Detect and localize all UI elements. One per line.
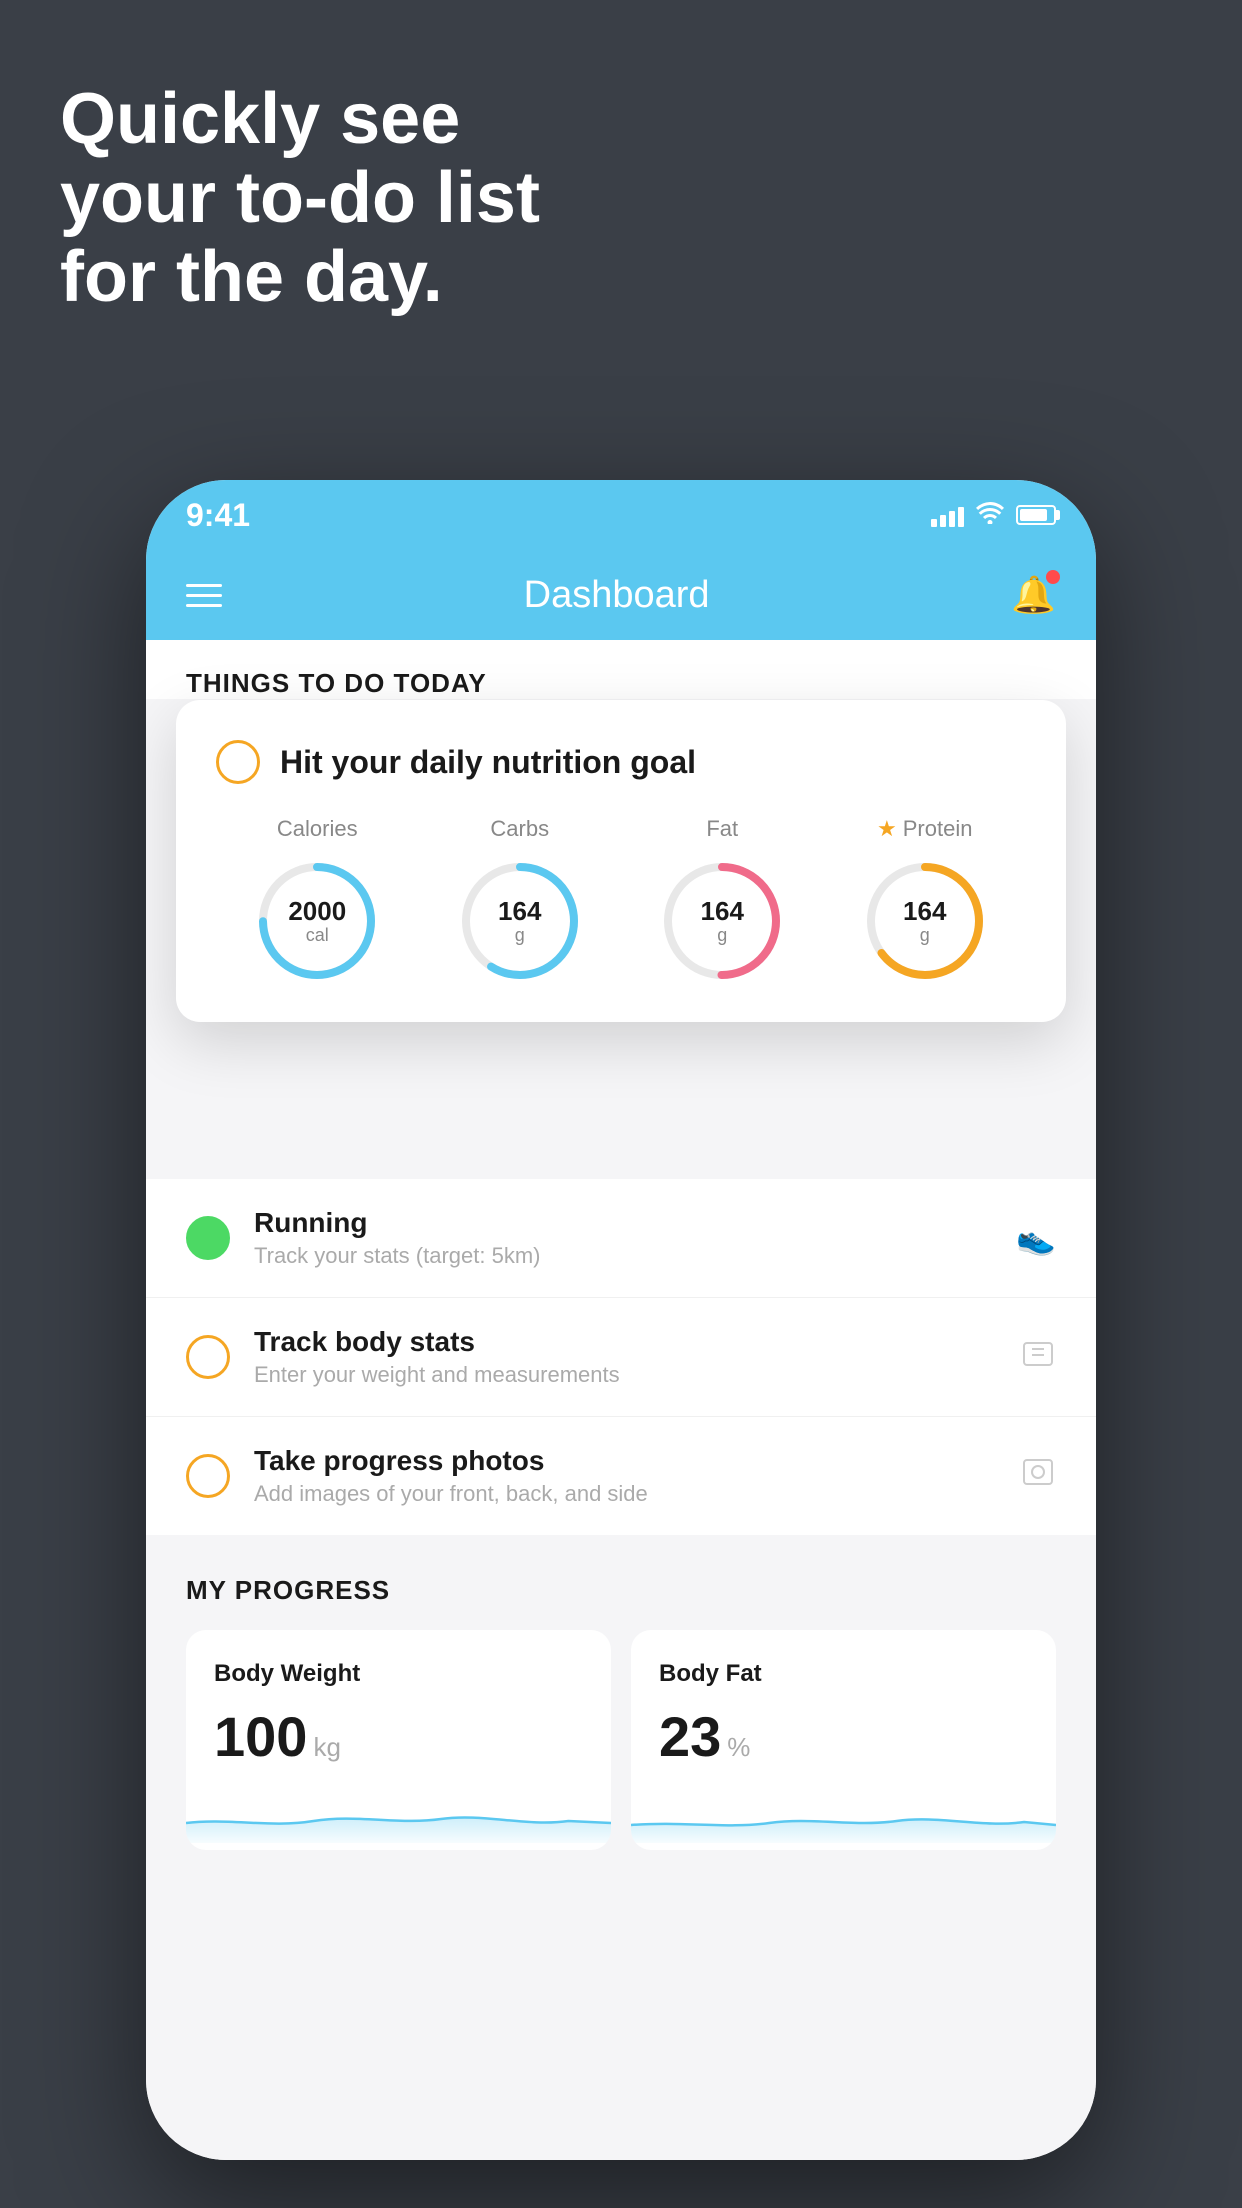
things-title: THINGS TO DO TODAY xyxy=(186,668,1056,699)
protein-label: ★ Protein xyxy=(877,816,972,842)
body-weight-unit: kg xyxy=(313,1732,340,1763)
app-content: THINGS TO DO TODAY Hit your daily nutrit… xyxy=(146,640,1096,2160)
notification-button[interactable]: 🔔 xyxy=(1011,574,1056,616)
fat-circle: 164 g xyxy=(657,856,787,986)
body-fat-value: 23 xyxy=(659,1704,721,1769)
todo-sub-body-stats: Enter your weight and measurements xyxy=(254,1362,1020,1388)
todo-circle-photos xyxy=(186,1454,230,1498)
carbs-circle: 164 g xyxy=(455,856,585,986)
body-weight-value-row: 100 kg xyxy=(214,1704,583,1769)
progress-cards: Body Weight 100 kg xyxy=(186,1630,1056,1850)
todo-sub-running: Track your stats (target: 5km) xyxy=(254,1243,1016,1269)
nutrition-calories: Calories 2000 cal xyxy=(252,816,382,986)
progress-title: MY PROGRESS xyxy=(186,1575,1056,1606)
running-icon: 👟 xyxy=(1016,1219,1056,1257)
card-title-row: Hit your daily nutrition goal xyxy=(216,740,1026,784)
body-weight-card: Body Weight 100 kg xyxy=(186,1630,611,1850)
body-fat-card: Body Fat 23 % xyxy=(631,1630,1056,1850)
nutrition-card: Hit your daily nutrition goal Calories xyxy=(176,700,1066,1022)
protein-circle: 164 g xyxy=(860,856,990,986)
menu-button[interactable] xyxy=(186,584,222,607)
body-fat-chart xyxy=(631,1783,1056,1843)
fat-label: Fat xyxy=(706,816,738,842)
calories-label: Calories xyxy=(277,816,358,842)
status-bar: 9:41 xyxy=(146,480,1096,550)
todo-text-running: Running Track your stats (target: 5km) xyxy=(254,1207,1016,1269)
star-icon: ★ xyxy=(877,816,897,842)
todo-circle-running xyxy=(186,1216,230,1260)
progress-section: MY PROGRESS Body Weight 100 kg xyxy=(146,1535,1096,1870)
notification-dot xyxy=(1046,570,1060,584)
todo-main-photos: Take progress photos xyxy=(254,1445,1020,1477)
status-icons xyxy=(931,500,1056,531)
todo-text-body-stats: Track body stats Enter your weight and m… xyxy=(254,1326,1020,1388)
body-fat-unit: % xyxy=(727,1732,750,1763)
things-section-header: THINGS TO DO TODAY xyxy=(146,640,1096,699)
carbs-label: Carbs xyxy=(490,816,549,842)
nutrition-fat: Fat 164 g xyxy=(657,816,787,986)
headline-line1: Quickly see your to-do list for the day. xyxy=(60,80,1182,318)
signal-icon xyxy=(931,503,964,527)
battery-icon xyxy=(1016,505,1056,525)
card-title: Hit your daily nutrition goal xyxy=(280,744,696,781)
calories-circle: 2000 cal xyxy=(252,856,382,986)
status-time: 9:41 xyxy=(186,497,250,534)
todo-sub-photos: Add images of your front, back, and side xyxy=(254,1481,1020,1507)
todo-item-body-stats[interactable]: Track body stats Enter your weight and m… xyxy=(146,1298,1096,1417)
scale-icon xyxy=(1020,1335,1056,1379)
body-weight-title: Body Weight xyxy=(214,1660,583,1688)
body-fat-title: Body Fat xyxy=(659,1660,1028,1688)
body-weight-chart xyxy=(186,1783,611,1843)
todo-text-photos: Take progress photos Add images of your … xyxy=(254,1445,1020,1507)
todo-circle-body-stats xyxy=(186,1335,230,1379)
todo-list: Running Track your stats (target: 5km) 👟… xyxy=(146,1179,1096,1535)
photo-icon xyxy=(1020,1454,1056,1498)
todo-main-running: Running xyxy=(254,1207,1016,1239)
body-fat-value-row: 23 % xyxy=(659,1704,1028,1769)
headline-text: Quickly see your to-do list for the day. xyxy=(60,80,1182,318)
task-check-circle[interactable] xyxy=(216,740,260,784)
phone-frame: 9:41 Dashboard 🔔 TH xyxy=(146,480,1096,2160)
nutrition-protein: ★ Protein 164 g xyxy=(860,816,990,986)
todo-item-running[interactable]: Running Track your stats (target: 5km) 👟 xyxy=(146,1179,1096,1298)
todo-item-photos[interactable]: Take progress photos Add images of your … xyxy=(146,1417,1096,1535)
app-header: Dashboard 🔔 xyxy=(146,550,1096,640)
app-title: Dashboard xyxy=(524,574,710,617)
wifi-icon xyxy=(976,500,1004,531)
nutrition-grid: Calories 2000 cal xyxy=(216,816,1026,986)
body-weight-value: 100 xyxy=(214,1704,307,1769)
todo-main-body-stats: Track body stats xyxy=(254,1326,1020,1358)
nutrition-carbs: Carbs 164 g xyxy=(455,816,585,986)
